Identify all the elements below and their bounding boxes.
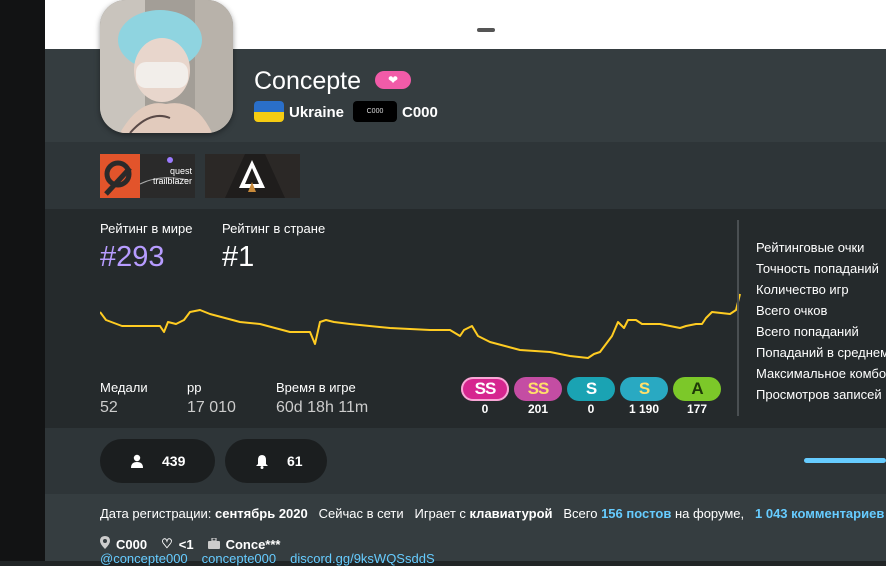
briefcase-icon xyxy=(207,536,220,552)
comments-link[interactable]: 1 043 комментариев xyxy=(755,506,884,521)
playtime-label: Время в игре xyxy=(276,380,356,395)
stat-label: Точность попаданий xyxy=(756,261,879,276)
followers-count: 61 xyxy=(287,453,303,469)
joined-date: сентябрь 2020 xyxy=(214,506,308,521)
forum-prefix: Всего xyxy=(563,506,598,521)
badge-quest-trailblazer[interactable]: quest trailblazer xyxy=(100,154,195,198)
country-rank-label: Рейтинг в стране xyxy=(222,221,326,236)
team-name[interactable]: C000 xyxy=(402,104,438,121)
location-icon xyxy=(100,536,110,552)
country-rank-value: #1 xyxy=(222,241,255,273)
user-icon xyxy=(128,452,146,470)
heart-icon: ♡ xyxy=(161,536,173,551)
plays-with-device: клавиатурой xyxy=(469,506,553,521)
pp-label: pp xyxy=(187,380,202,395)
links-line: @concepte000 concepte000 discord.gg/9ksW… xyxy=(100,551,435,566)
grade-ss-silver-count: 0 xyxy=(481,402,489,416)
country-name[interactable]: Ukraine xyxy=(289,104,344,121)
detailed-stats-list: Рейтинговые очки Точность попаданий Коли… xyxy=(756,237,886,405)
online-status: Сейчас в сети xyxy=(318,506,404,521)
ukraine-flag-icon[interactable] xyxy=(254,101,284,122)
avatar[interactable] xyxy=(100,0,233,133)
triangle-badge-art xyxy=(205,154,300,198)
team-badge[interactable]: C000 xyxy=(353,101,397,122)
location-text: C000 xyxy=(116,536,148,552)
left-sidebar xyxy=(0,0,45,561)
badge-label: quest trailblazer xyxy=(152,166,192,186)
medals-label: Медали xyxy=(100,380,148,395)
interests-text: <1 xyxy=(178,536,194,552)
stat-label: Максимальное комбо xyxy=(756,366,886,381)
grade-s-count: 1 190 xyxy=(628,402,660,416)
meta-line: C000 ♡ <1 Conce*** xyxy=(100,536,280,552)
discord-user[interactable]: concepte000 xyxy=(202,551,276,566)
grade-s: S xyxy=(620,377,668,401)
joined-prefix: Дата регистрации: xyxy=(100,506,212,521)
stats-divider xyxy=(737,220,739,416)
stat-label: Всего очков xyxy=(756,303,828,318)
level-progress-bar xyxy=(804,458,886,463)
grade-ss-silver: SS xyxy=(461,377,509,401)
friends-count: 439 xyxy=(162,453,186,469)
discord-invite-link[interactable]: discord.gg/9ksWQSsddS xyxy=(290,551,435,566)
badge-triangle[interactable] xyxy=(205,154,300,198)
forum-suffix: на форуме, xyxy=(674,506,745,521)
plays-with-prefix: Играет с xyxy=(414,506,466,521)
twitter-link[interactable]: @concepte000 xyxy=(100,551,188,566)
medals-value: 52 xyxy=(100,399,118,416)
grade-ss: SS xyxy=(514,377,562,401)
bell-icon xyxy=(253,452,271,470)
info-line: Дата регистрации: сентябрь 2020 Сейчас в… xyxy=(100,506,884,521)
stat-label: Просмотров записей xyxy=(756,387,882,402)
followers-button[interactable]: 61 xyxy=(225,439,327,483)
grade-a: A xyxy=(673,377,721,401)
cover-mark xyxy=(477,28,495,32)
global-rank-value: #293 xyxy=(100,241,165,273)
friends-button[interactable]: 439 xyxy=(100,439,215,483)
occupation-text: Conce*** xyxy=(225,536,281,552)
stat-label: Попаданий в среднем xyxy=(756,345,886,360)
stat-label: Рейтинговые очки xyxy=(756,240,865,255)
forum-posts-link[interactable]: 156 постов xyxy=(601,506,671,521)
playtime-value: 60d 18h 11m xyxy=(276,399,369,416)
grade-ss-count: 201 xyxy=(527,402,549,416)
pp-value: 17 010 xyxy=(187,399,236,416)
grade-s-silver: S xyxy=(567,377,615,401)
global-rank-label: Рейтинг в мире xyxy=(100,221,193,236)
rank-history-graph[interactable] xyxy=(100,288,742,364)
stat-label: Количество игр xyxy=(756,282,849,297)
username: Concepte xyxy=(254,67,362,95)
avatar-image xyxy=(100,0,233,133)
grade-s-silver-count: 0 xyxy=(587,402,595,416)
stat-label: Всего попаданий xyxy=(756,324,859,339)
grade-a-count: 177 xyxy=(686,402,708,416)
supporter-heart-icon[interactable]: ❤ xyxy=(375,71,411,89)
